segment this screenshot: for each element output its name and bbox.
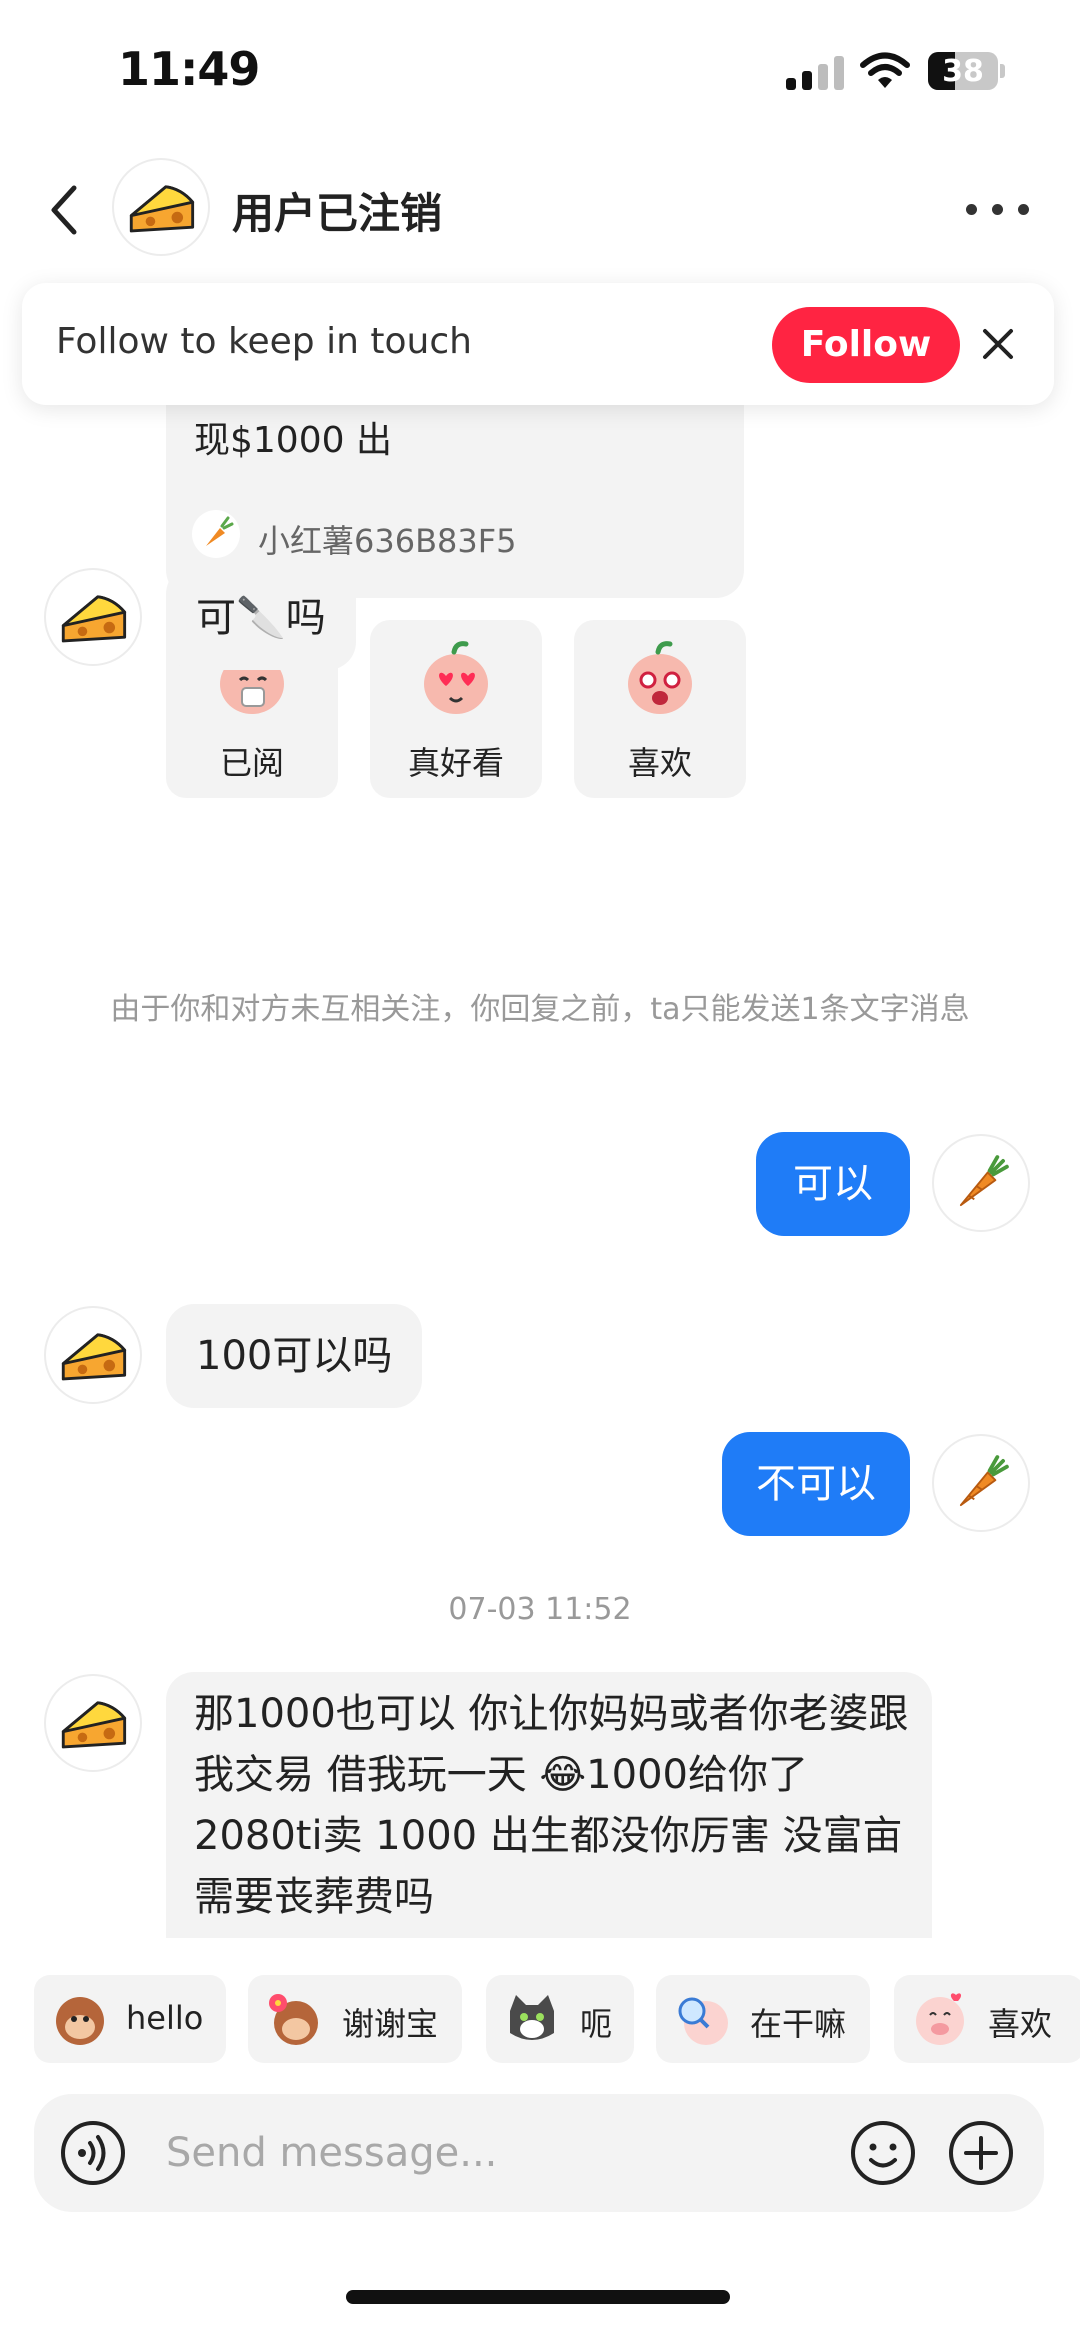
quick-reply-bar: hello 谢谢宝 呃 在干嘛 喜欢: [0, 1975, 1080, 2065]
quick-reply-label: hello: [126, 1999, 204, 2037]
battery-level: 38: [942, 54, 984, 89]
follow-prompt-text: Follow to keep in touch: [56, 321, 472, 362]
excited-sticker-icon: [628, 641, 692, 714]
reaction-label: 真好看: [407, 744, 504, 782]
sender-avatar[interactable]: [44, 1306, 142, 1404]
more-options-button[interactable]: [966, 200, 1030, 220]
sender-avatar[interactable]: [44, 568, 142, 666]
quick-reply-chip[interactable]: 谢谢宝: [248, 1975, 462, 2063]
reaction-label: 喜欢: [627, 744, 692, 782]
message-input[interactable]: [166, 2116, 726, 2190]
monkey-hello-icon: [56, 1997, 104, 2045]
battery-icon: 38: [928, 52, 998, 90]
heart-eyes-sticker-icon: [424, 641, 488, 714]
carrot-icon: [192, 510, 240, 558]
cheese-icon: [61, 1701, 127, 1749]
quick-reply-label: 谢谢宝: [342, 2005, 439, 2043]
system-notice: 由于你和对方未互相关注，你回复之前，ta只能发送1条文字消息: [110, 992, 970, 1027]
status-time: 11:49: [118, 42, 260, 96]
message-timestamp: 07-03 11:52: [448, 1592, 632, 1627]
carrot-icon: [959, 1155, 1009, 1207]
cheese-icon: [61, 595, 127, 643]
sender-avatar[interactable]: [44, 1674, 142, 1772]
reaction-sticker[interactable]: 真好看: [370, 620, 542, 798]
incoming-message[interactable]: 100可以吗: [166, 1304, 423, 1408]
wifi-icon: [860, 52, 910, 88]
incoming-message-long[interactable]: 那1000也可以 你让你妈妈或者你老婆跟我交易 借我玩一天 😂1000给你了 2…: [166, 1672, 932, 1938]
cheese-icon: [129, 185, 195, 233]
my-avatar[interactable]: [932, 1134, 1030, 1232]
voice-icon[interactable]: [60, 2120, 126, 2186]
cellular-signal-icon: [786, 56, 844, 90]
message-list[interactable]: 出一台电脑主机，价值 $2496，现$1000 出 小红薯636B83F5 已阅: [0, 270, 1080, 1938]
outgoing-message[interactable]: 不可以: [722, 1432, 910, 1536]
chat-title: 用户已注销: [232, 189, 443, 238]
my-avatar[interactable]: [932, 1434, 1030, 1532]
reaction-sticker[interactable]: 喜欢: [574, 620, 746, 798]
magnifier-pig-icon: [678, 1997, 728, 2045]
quick-reply-chip[interactable]: 喜欢: [894, 1975, 1080, 2063]
quick-reply-chip[interactable]: 在干嘛: [656, 1975, 870, 2063]
back-button[interactable]: [40, 180, 90, 240]
quick-reply-chip[interactable]: 呃: [486, 1975, 634, 2063]
battery-cap: [1000, 64, 1005, 78]
status-bar: 11:49 38: [0, 0, 1080, 140]
close-icon[interactable]: [977, 323, 1019, 365]
follow-banner: Follow to keep in touch Follow: [22, 283, 1054, 405]
quick-reply-label: 呃: [580, 2005, 613, 2043]
pig-love-icon: [916, 1993, 964, 2045]
cheese-icon: [61, 1333, 127, 1381]
follow-button[interactable]: Follow: [772, 307, 960, 383]
incoming-message[interactable]: 可🔪吗: [166, 566, 356, 670]
card-source-name: 小红薯636B83F5: [258, 522, 517, 560]
message-input-bar: [34, 2094, 1044, 2212]
emoji-icon[interactable]: [850, 2120, 916, 2186]
quick-reply-label: 喜欢: [988, 2005, 1053, 2043]
plus-icon[interactable]: [948, 2120, 1014, 2186]
quick-reply-chip[interactable]: hello: [34, 1975, 226, 2063]
reaction-label: 已阅: [219, 744, 284, 782]
home-indicator: [346, 2290, 730, 2304]
message-text: 那1000也可以 你让你妈妈或者你老婆跟我交易 借我玩一天 😂1000给你了 2…: [194, 1691, 909, 1920]
carrot-icon: [959, 1455, 1009, 1507]
chat-header: 用户已注销: [0, 150, 1080, 270]
outgoing-message[interactable]: 可以: [756, 1132, 910, 1236]
cat-icon: [510, 1995, 554, 2040]
monkey-flower-icon: [269, 1994, 318, 2045]
header-avatar[interactable]: [112, 158, 210, 256]
quick-reply-label: 在干嘛: [750, 2005, 847, 2043]
